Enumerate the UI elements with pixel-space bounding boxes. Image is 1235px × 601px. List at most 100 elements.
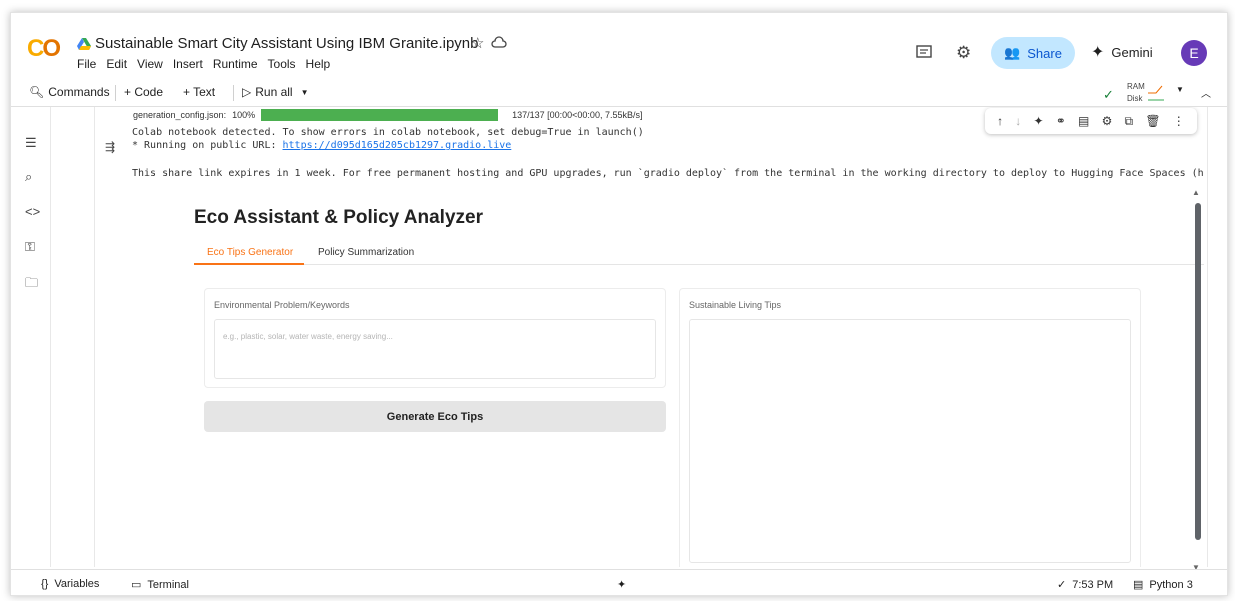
- tips-output[interactable]: [689, 319, 1131, 563]
- gemini-spark-icon[interactable]: ✦: [1034, 114, 1044, 128]
- log-line-url: * Running on public URL: https://d095d16…: [132, 140, 511, 151]
- output-label: Sustainable Living Tips: [689, 300, 782, 310]
- check-icon: ✓: [1057, 579, 1067, 591]
- public-url-link[interactable]: https://d095d165d205cb1297.gradio.live: [283, 140, 512, 151]
- menu-tools[interactable]: Tools: [268, 57, 296, 71]
- resource-graph-icon: [1148, 85, 1164, 101]
- keywords-placeholder: e.g., plastic, solar, water waste, energ…: [223, 332, 393, 341]
- tab-policy-summarization[interactable]: Policy Summarization: [318, 247, 414, 258]
- check-icon: ✓: [1103, 87, 1114, 102]
- terminal-label: Terminal: [147, 578, 189, 591]
- menu-file[interactable]: File: [77, 57, 96, 71]
- execution-time: 7:53 PM: [1072, 578, 1114, 591]
- header: CO Sustainable Smart City Assistant Usin…: [11, 13, 1227, 79]
- find-icon[interactable]: ⌕: [25, 169, 32, 185]
- left-rail: ☰ ⌕ <> ⚿ 🗀: [11, 107, 51, 567]
- cell-toolbar: ↑ ↓ ✦ ⚭ ▤ ⚙ ⧉ 🗑 ⋮: [985, 108, 1197, 134]
- menu-runtime[interactable]: Runtime: [213, 57, 258, 71]
- divider: [115, 85, 116, 101]
- input-label: Environmental Problem/Keywords: [214, 300, 350, 310]
- gemini-button[interactable]: ✦ Gemini: [1091, 42, 1153, 62]
- colab-logo[interactable]: CO: [27, 35, 61, 63]
- share-label: Share: [1027, 45, 1062, 61]
- mirror-cell-icon[interactable]: ⧉: [1125, 114, 1134, 129]
- divider: [1207, 107, 1208, 567]
- people-icon: 👥: [1004, 45, 1021, 60]
- keywords-input[interactable]: e.g., plastic, solar, water waste, energ…: [214, 319, 656, 379]
- progress-stats: 137/137 [00:00<00:00, 7.55kB/s]: [512, 110, 643, 120]
- tab-bar: Eco Tips Generator Policy Summarization: [194, 245, 1204, 265]
- menu-bar: File Edit View Insert Runtime Tools Help: [77, 57, 330, 71]
- trash-icon[interactable]: 🗑: [1145, 114, 1160, 128]
- output-toggle-icon[interactable]: ⇶: [105, 140, 115, 154]
- menu-help[interactable]: Help: [306, 57, 331, 71]
- input-panel: Environmental Problem/Keywords e.g., pla…: [204, 288, 666, 388]
- menu-insert[interactable]: Insert: [173, 57, 203, 71]
- execution-status[interactable]: ✓ 7:53 PM: [1057, 578, 1114, 592]
- avatar[interactable]: E: [1181, 40, 1207, 66]
- cloud-icon[interactable]: [491, 36, 507, 50]
- collapse-icon[interactable]: ︿: [1201, 85, 1211, 100]
- tab-eco-tips[interactable]: Eco Tips Generator: [207, 247, 293, 258]
- active-tab-indicator: [194, 263, 304, 265]
- toc-icon[interactable]: ☰: [25, 135, 37, 151]
- ram-label: RAM: [1127, 82, 1145, 91]
- comment-icon[interactable]: [916, 45, 932, 59]
- toolbar: 🔍︎ Commands + Code + Text ▷ Run all ▼ ✓ …: [11, 79, 1227, 107]
- run-all-button[interactable]: ▷ Run all ▼: [242, 85, 309, 99]
- scroll-up-arrow[interactable]: ▲: [1192, 188, 1200, 197]
- cell-output: generation_config.json: 100% 137/137 [00…: [95, 107, 1205, 567]
- gemini-label: Gemini: [1111, 44, 1153, 60]
- more-icon[interactable]: ⋮: [1173, 114, 1185, 128]
- braces-icon: {}: [41, 578, 49, 590]
- url-prefix: * Running on public URL:: [132, 140, 283, 151]
- menu-edit[interactable]: Edit: [106, 57, 127, 71]
- commands-button[interactable]: 🔍︎ Commands: [29, 85, 110, 99]
- runtime-icon: ▤: [1133, 579, 1144, 591]
- progress-bar: [261, 109, 499, 121]
- notebook-title[interactable]: Sustainable Smart City Assistant Using I…: [95, 35, 479, 52]
- progress-percent: 100%: [232, 110, 256, 120]
- output-panel: Sustainable Living Tips: [679, 288, 1141, 567]
- menu-view[interactable]: View: [137, 57, 163, 71]
- code-snippets-icon[interactable]: <>: [25, 204, 40, 219]
- drive-icon: [77, 38, 91, 50]
- comment-icon[interactable]: ▤: [1078, 114, 1089, 128]
- log-line: This share link expires in 1 week. For f…: [132, 168, 1204, 179]
- download-progress: generation_config.json: 100% 137/137 [00…: [133, 109, 642, 121]
- gemini-spark-icon[interactable]: ✦: [617, 578, 626, 591]
- generate-eco-tips-button[interactable]: Generate Eco Tips: [204, 401, 666, 432]
- terminal-icon: ▭: [131, 579, 142, 591]
- secrets-key-icon[interactable]: ⚿: [25, 239, 35, 255]
- chevron-down-icon: ▼: [300, 87, 309, 97]
- add-text-button[interactable]: + Text: [183, 85, 215, 99]
- link-icon[interactable]: ⚭: [1056, 114, 1066, 128]
- runtime-status[interactable]: ▤ Python 3: [1133, 578, 1193, 592]
- runtime-label: Python 3: [1149, 578, 1193, 591]
- progress-label: generation_config.json:: [133, 110, 227, 120]
- arrow-up-icon[interactable]: ↑: [997, 114, 1003, 128]
- star-icon[interactable]: ☆: [471, 34, 484, 52]
- folder-icon[interactable]: 🗀: [25, 274, 38, 296]
- arrow-down-icon[interactable]: ↓: [1015, 114, 1021, 128]
- commands-label: Commands: [48, 85, 110, 99]
- gemini-spark-icon: ✦: [1091, 44, 1105, 61]
- search-icon: 🔍︎: [29, 85, 45, 99]
- variables-label: Variables: [54, 578, 100, 590]
- terminal-button[interactable]: ▭ Terminal: [131, 578, 189, 592]
- gear-icon[interactable]: ⚙: [956, 43, 971, 63]
- share-button[interactable]: 👥 Share: [991, 37, 1075, 69]
- scrollbar-thumb[interactable]: [1195, 203, 1201, 540]
- status-bar: {} Variables ▭ Terminal ✦ ✓ 7:53 PM ▤ Py…: [11, 569, 1227, 595]
- settings-icon[interactable]: ⚙: [1102, 114, 1113, 128]
- add-code-button[interactable]: + Code: [124, 85, 163, 99]
- divider: [233, 85, 234, 101]
- resource-dropdown-icon[interactable]: ▼: [1176, 85, 1184, 94]
- play-icon: ▷: [242, 85, 252, 99]
- app-title: Eco Assistant & Policy Analyzer: [194, 207, 483, 228]
- cell-gutter: [51, 107, 95, 567]
- resource-monitor[interactable]: RAM Disk: [1127, 81, 1145, 105]
- colab-window: CO Sustainable Smart City Assistant Usin…: [10, 12, 1228, 596]
- variables-button[interactable]: {} Variables: [41, 578, 99, 590]
- disk-label: Disk: [1127, 94, 1143, 103]
